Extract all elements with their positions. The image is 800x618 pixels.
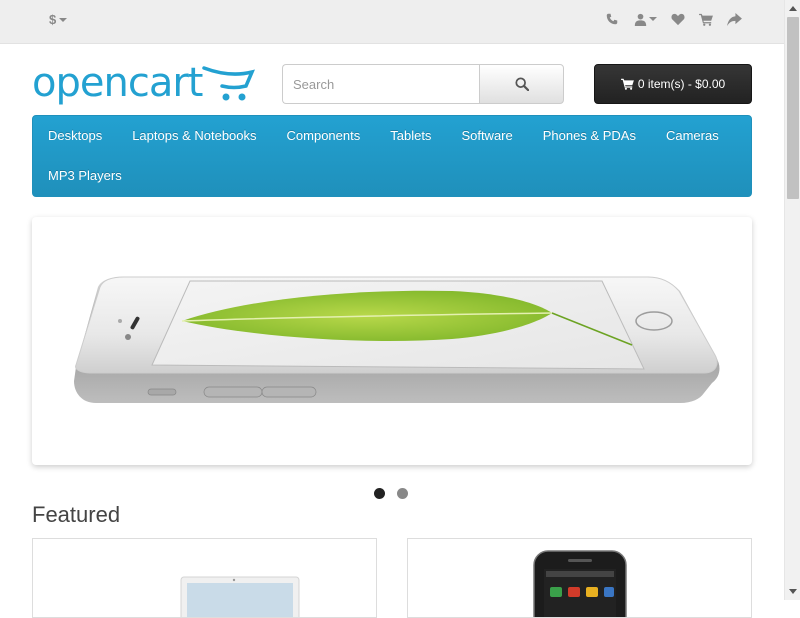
menu-item-phones-pdas[interactable]: Phones & PDAs xyxy=(528,116,651,156)
menu-item-software[interactable]: Software xyxy=(446,116,527,156)
featured-heading: Featured xyxy=(32,502,121,527)
main-menu: Desktops Laptops & Notebooks Components … xyxy=(32,115,752,197)
top-links xyxy=(604,11,742,27)
search-group xyxy=(282,64,564,104)
logo-text: opencart xyxy=(32,60,203,106)
menu-item-laptops-notebooks[interactable]: Laptops & Notebooks xyxy=(117,116,271,156)
cart-total: 0 item(s) - $0.00 xyxy=(637,77,726,91)
product-card[interactable] xyxy=(32,538,377,618)
scroll-up-arrow-icon[interactable] xyxy=(785,0,800,16)
iphone-banner-image xyxy=(74,276,720,403)
chevron-down-icon xyxy=(59,18,68,22)
search-button[interactable] xyxy=(479,64,564,104)
logo[interactable]: opencart xyxy=(32,60,255,106)
search-input[interactable] xyxy=(282,64,480,104)
page-scrollbar[interactable] xyxy=(784,0,800,600)
scroll-down-arrow-icon[interactable] xyxy=(785,584,800,600)
chevron-down-icon xyxy=(648,17,657,21)
menu-item-desktops[interactable]: Desktops xyxy=(33,116,117,156)
menu-item-tablets[interactable]: Tablets xyxy=(375,116,446,156)
slide-dot-active[interactable] xyxy=(374,488,385,499)
menu-item-mp3-players[interactable]: MP3 Players xyxy=(33,156,137,196)
search-icon xyxy=(514,77,529,91)
product-card[interactable] xyxy=(407,538,752,618)
heart-icon[interactable] xyxy=(670,11,686,27)
slideshow-banner[interactable] xyxy=(32,217,752,465)
top-bar: $ xyxy=(0,0,784,44)
menu-item-components[interactable]: Components xyxy=(272,116,376,156)
cart-icon xyxy=(620,78,634,90)
menu-row: Desktops Laptops & Notebooks Components … xyxy=(33,116,734,156)
user-icon[interactable] xyxy=(632,11,658,27)
menu-row: MP3 Players xyxy=(33,156,137,196)
slide-dot[interactable] xyxy=(397,488,408,499)
currency-dropdown[interactable]: $ xyxy=(49,12,68,27)
phone-icon[interactable] xyxy=(604,11,620,27)
iphone-product-image xyxy=(533,550,627,617)
macbook-product-image xyxy=(180,576,300,617)
scrollbar-thumb[interactable] xyxy=(787,17,799,199)
slideshow-pagination xyxy=(374,488,408,499)
menu-item-cameras[interactable]: Cameras xyxy=(651,116,734,156)
currency-symbol: $ xyxy=(49,12,57,27)
cart-icon[interactable] xyxy=(698,11,714,27)
logo-cart-icon xyxy=(202,66,255,101)
share-icon[interactable] xyxy=(726,11,742,27)
cart-button[interactable]: 0 item(s) - $0.00 xyxy=(594,64,752,104)
